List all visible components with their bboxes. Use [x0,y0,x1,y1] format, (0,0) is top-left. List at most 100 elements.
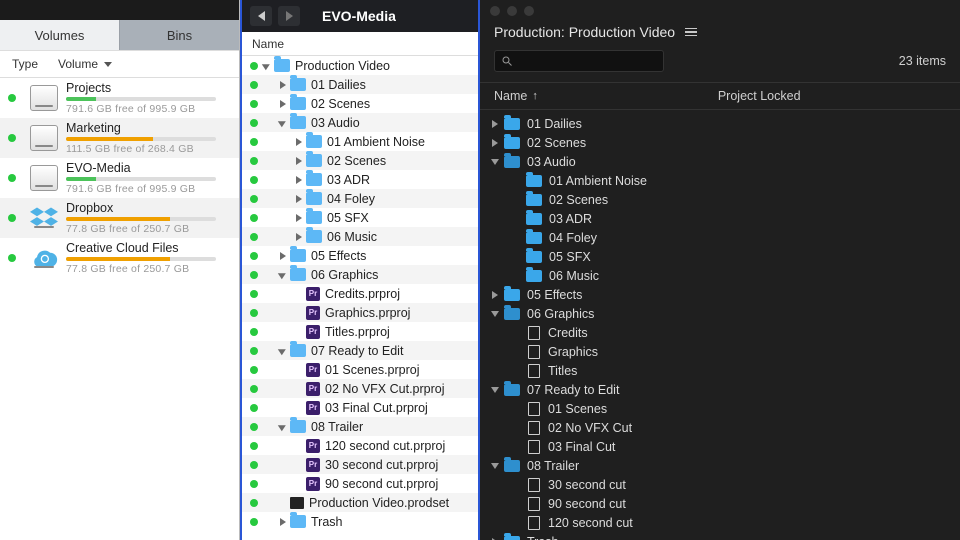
tree-row[interactable]: Production Video [242,56,478,75]
production-tree-row[interactable]: 06 Graphics [480,304,960,323]
volumes-list: Projects791.6 GB free of 995.9 GBMarketi… [0,78,239,540]
tree-row[interactable]: 02 Scenes [242,151,478,170]
col-type[interactable]: Type [0,57,58,71]
disclosure-triangle-icon[interactable] [262,64,270,70]
disclosure-triangle-icon[interactable] [296,214,302,222]
volume-row[interactable]: Projects791.6 GB free of 995.9 GB [0,78,239,118]
panel-tabs: Volumes Bins [0,20,239,50]
folder-icon [504,289,520,301]
disclosure-triangle-icon[interactable] [491,387,499,393]
disclosure-triangle-icon[interactable] [491,463,499,469]
production-tree-row[interactable]: 02 Scenes [480,133,960,152]
items-count: 23 items [899,54,946,68]
folder-icon [504,137,520,149]
production-tree-row[interactable]: 90 second cut [480,494,960,513]
tab-volumes[interactable]: Volumes [0,20,120,50]
tree-item-label: Credits [548,326,588,340]
search-input[interactable] [494,50,664,72]
disclosure-triangle-icon[interactable] [278,273,286,279]
disclosure-triangle-icon[interactable] [492,291,498,299]
col-project-locked[interactable]: Project Locked [718,89,801,103]
disclosure-triangle-icon[interactable] [492,139,498,147]
traffic-light-min[interactable] [507,6,517,16]
production-tree-row[interactable]: Trash [480,532,960,540]
volume-row[interactable]: Marketing111.5 GB free of 268.4 GB [0,118,239,158]
tree-row[interactable]: PrGraphics.prproj [242,303,478,322]
col-name[interactable]: Name↑ [494,89,538,103]
production-tree-row[interactable]: 03 Audio [480,152,960,171]
file-icon [528,497,540,511]
tree-row[interactable]: 07 Ready to Edit [242,341,478,360]
tree-row[interactable]: Pr120 second cut.prproj [242,436,478,455]
volume-row[interactable]: Creative Cloud Files77.8 GB free of 250.… [0,238,239,278]
disclosure-triangle-icon[interactable] [278,425,286,431]
tree-row[interactable]: PrTitles.prproj [242,322,478,341]
disclosure-triangle-icon[interactable] [296,157,302,165]
nav-back-button[interactable] [250,6,272,26]
production-tree-row[interactable]: 02 No VFX Cut [480,418,960,437]
production-tree-row[interactable]: Credits [480,323,960,342]
tree-row[interactable]: 02 Scenes [242,94,478,113]
production-tree-row[interactable]: 01 Dailies [480,114,960,133]
online-dot-icon [8,214,16,222]
tree-row[interactable]: Pr90 second cut.prproj [242,474,478,493]
production-tree-row[interactable]: 04 Foley [480,228,960,247]
tree-row[interactable]: Pr03 Final Cut.prproj [242,398,478,417]
tree-row[interactable]: 06 Graphics [242,265,478,284]
tree-row[interactable]: 04 Foley [242,189,478,208]
disclosure-triangle-icon[interactable] [280,252,286,260]
browser-header[interactable]: Name [242,32,478,56]
disclosure-triangle-icon[interactable] [280,81,286,89]
tree-item-label: 90 second cut [548,497,626,511]
production-tree-row[interactable]: 03 ADR [480,209,960,228]
production-tree-row[interactable]: 01 Scenes [480,399,960,418]
tree-row[interactable]: 05 Effects [242,246,478,265]
disclosure-triangle-icon[interactable] [296,176,302,184]
production-tree-row[interactable]: 30 second cut [480,475,960,494]
tree-row[interactable]: Production Video.prodset [242,493,478,512]
disclosure-triangle-icon[interactable] [296,195,302,203]
tree-row[interactable]: 03 ADR [242,170,478,189]
disclosure-triangle-icon[interactable] [278,121,286,127]
disclosure-triangle-icon[interactable] [491,159,499,165]
production-tree-row[interactable]: 02 Scenes [480,190,960,209]
tree-row[interactable]: PrCredits.prproj [242,284,478,303]
disclosure-triangle-icon[interactable] [278,349,286,355]
production-tree-row[interactable]: 05 SFX [480,247,960,266]
production-tree-row[interactable]: 08 Trailer [480,456,960,475]
tree-row[interactable]: 06 Music [242,227,478,246]
disclosure-triangle-icon[interactable] [296,233,302,241]
traffic-light-close[interactable] [490,6,500,16]
tree-item-label: Credits.prproj [325,287,400,301]
disclosure-triangle-icon[interactable] [280,518,286,526]
volume-row[interactable]: Dropbox77.8 GB free of 250.7 GB [0,198,239,238]
tree-row[interactable]: Trash [242,512,478,531]
col-volume[interactable]: Volume [58,57,239,71]
production-tree-row[interactable]: 05 Effects [480,285,960,304]
panel-menu-icon[interactable] [685,28,697,37]
production-tree-row[interactable]: Titles [480,361,960,380]
production-tree-row[interactable]: 06 Music [480,266,960,285]
tree-row[interactable]: Pr02 No VFX Cut.prproj [242,379,478,398]
production-tree-row[interactable]: 03 Final Cut [480,437,960,456]
production-tree-row[interactable]: 07 Ready to Edit [480,380,960,399]
tree-row[interactable]: 01 Ambient Noise [242,132,478,151]
nav-forward-button[interactable] [278,6,300,26]
volume-row[interactable]: EVO-Media791.6 GB free of 995.9 GB [0,158,239,198]
disclosure-triangle-icon[interactable] [280,100,286,108]
tree-item-label: 01 Scenes.prproj [325,363,420,377]
tree-row[interactable]: 05 SFX [242,208,478,227]
disclosure-triangle-icon[interactable] [296,138,302,146]
tree-row[interactable]: 03 Audio [242,113,478,132]
tree-row[interactable]: 08 Trailer [242,417,478,436]
production-tree-row[interactable]: Graphics [480,342,960,361]
tree-row[interactable]: Pr01 Scenes.prproj [242,360,478,379]
tab-bins[interactable]: Bins [120,20,239,50]
disclosure-triangle-icon[interactable] [491,311,499,317]
tree-row[interactable]: 01 Dailies [242,75,478,94]
production-tree-row[interactable]: 01 Ambient Noise [480,171,960,190]
disclosure-triangle-icon[interactable] [492,120,498,128]
traffic-light-max[interactable] [524,6,534,16]
tree-row[interactable]: Pr30 second cut.prproj [242,455,478,474]
production-tree-row[interactable]: 120 second cut [480,513,960,532]
